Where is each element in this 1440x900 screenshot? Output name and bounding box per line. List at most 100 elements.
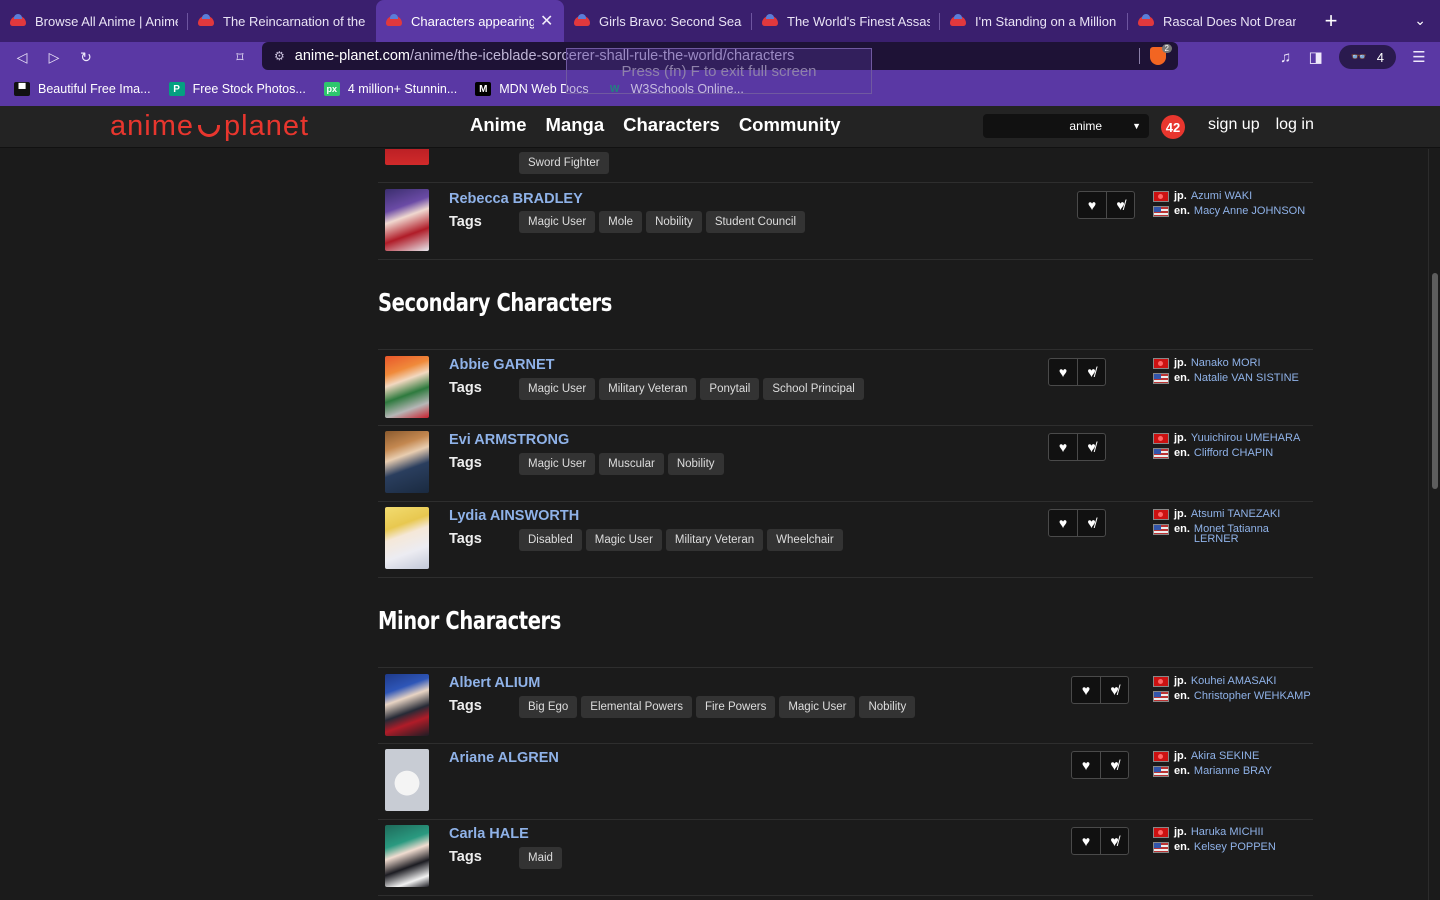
page-scrollbar[interactable] [1428,149,1440,900]
tag[interactable]: Wheelchair [767,529,843,551]
nav-community[interactable]: Community [739,114,841,136]
character-name[interactable]: Lydia AINSWORTH [449,508,579,524]
voice-actor-jp[interactable]: Nanako MORI [1191,358,1261,369]
hate-icon[interactable]: ♥̸ [1100,828,1128,854]
browser-tab[interactable]: Rascal Does Not Dream of [1128,0,1306,42]
character-avatar[interactable] [385,356,429,418]
notification-badge[interactable]: 42 [1161,115,1185,139]
tag[interactable]: School Principal [763,378,864,400]
voice-actor-jp[interactable]: Haruka MICHII [1191,827,1264,838]
character-avatar-placeholder[interactable] [385,749,429,811]
character-avatar[interactable] [385,149,429,165]
voice-actor-en[interactable]: Natalie VAN SISTINE [1194,373,1299,384]
hate-icon[interactable]: ♥̸ [1077,359,1105,385]
anime-planet-logo[interactable]: anime planet [110,110,309,143]
tag[interactable]: Magic User [585,529,662,551]
tab-list-chevron-icon[interactable]: ⌄ [1414,12,1426,29]
love-icon[interactable]: ♥ [1072,752,1100,778]
wallet-button[interactable]: 👓 4 [1338,45,1396,69]
voice-actor-en[interactable]: Macy Anne JOHNSON [1194,206,1305,217]
voice-actor-jp[interactable]: Azumi WAKI [1191,191,1252,202]
forward-icon[interactable]: ▷ [38,44,70,70]
bookmark-icon[interactable]: ⌑ [224,44,256,70]
sidebar-toggle-icon[interactable]: ◨ [1301,48,1331,66]
voice-actor-jp[interactable]: Akira SEKINE [1191,751,1259,762]
new-tab-icon[interactable]: + [1318,8,1344,34]
log-in-link[interactable]: log in [1276,116,1314,134]
close-tab-icon[interactable]: ✕ [540,11,554,31]
voice-actor-jp[interactable]: Yuuichirou UMEHARA [1191,433,1300,444]
character-name[interactable]: Rebecca BRADLEY [449,191,583,207]
scrollbar-thumb[interactable] [1432,273,1438,489]
character-avatar[interactable] [385,674,429,736]
love-icon[interactable]: ♥ [1049,510,1077,536]
search-type-select[interactable]: anime ▼ [983,114,1149,138]
character-name[interactable]: Albert ALIUM [449,675,540,691]
tag[interactable]: Nobility [859,696,916,718]
tag[interactable]: Muscular [599,453,664,475]
voice-actor-jp[interactable]: Atsumi TANEZAKI [1191,509,1280,520]
tag[interactable]: Magic User [519,211,596,233]
voice-actor-en[interactable]: Monet Tatianna LERNER [1194,524,1313,545]
voice-actor-jp[interactable]: Kouhei AMASAKI [1191,676,1277,687]
love-icon[interactable]: ♥ [1072,677,1100,703]
voice-actor-en[interactable]: Clifford CHAPIN [1194,448,1273,459]
browser-tab[interactable]: Girls Bravo: Second Season [564,0,752,42]
tag[interactable]: Nobility [646,211,702,233]
character-name[interactable]: Carla HALE [449,826,529,842]
hate-icon[interactable]: ♥̸ [1100,677,1128,703]
tag[interactable]: Magic User [519,378,596,400]
tag[interactable]: Mole [599,211,643,233]
media-icon[interactable]: ♫ [1271,49,1301,66]
hate-icon[interactable]: ♥̸ [1106,192,1134,218]
browser-tab-bar: Browse All Anime | Anime-Planet The Rein… [0,0,1440,42]
bookmark-unsplash[interactable]: ▀ Beautiful Free Ima... [14,82,151,96]
site-info-icon[interactable]: ⚙ [274,49,285,63]
tag[interactable]: Military Veteran [665,529,764,551]
menu-icon[interactable]: ☰ [1404,48,1434,66]
character-name[interactable]: Evi ARMSTRONG [449,432,569,448]
bookmark-pexels[interactable]: P Free Stock Photos... [168,82,306,96]
character-avatar[interactable] [385,431,429,493]
voice-actor-en[interactable]: Kelsey POPPEN [1194,842,1276,853]
tag[interactable]: Student Council [705,211,806,233]
love-icon[interactable]: ♥ [1049,434,1077,460]
tag[interactable]: Disabled [519,529,582,551]
voice-actor-en[interactable]: Marianne BRAY [1194,766,1272,777]
tag[interactable]: Big Ego [519,696,578,718]
hate-icon[interactable]: ♥̸ [1077,434,1105,460]
browser-tab[interactable]: The Reincarnation of the Strongest Exorc… [188,0,376,42]
tag[interactable]: Military Veteran [599,378,697,400]
character-avatar[interactable] [385,825,429,887]
bookmark-pixabay[interactable]: px 4 million+ Stunnin... [323,82,457,96]
tag[interactable]: Fire Powers [695,696,776,718]
sign-up-link[interactable]: sign up [1208,116,1260,134]
voice-actor-en[interactable]: Christopher WEHKAMP [1194,691,1311,702]
tag[interactable]: Maid [519,847,562,869]
tag[interactable]: Magic User [519,453,596,475]
tag[interactable]: Elemental Powers [581,696,692,718]
tag[interactable]: Sword Fighter [519,152,609,174]
browser-tab[interactable]: The World's Finest Assassin [752,0,940,42]
nav-anime[interactable]: Anime [470,114,527,136]
character-avatar[interactable] [385,189,429,251]
browser-tab[interactable]: Browse All Anime | Anime-Planet [0,0,188,42]
love-icon[interactable]: ♥ [1078,192,1106,218]
tag[interactable]: Nobility [667,453,724,475]
tag[interactable]: Magic User [779,696,856,718]
hate-icon[interactable]: ♥̸ [1100,752,1128,778]
brave-shield-icon[interactable]: 2 [1150,44,1172,65]
back-icon[interactable]: ◁ [6,44,38,70]
browser-tab-active[interactable]: Characters appearing in The Iceblade Sor… [376,0,564,42]
love-icon[interactable]: ♥ [1049,359,1077,385]
character-name[interactable]: Abbie GARNET [449,357,555,373]
tag[interactable]: Ponytail [700,378,760,400]
nav-characters[interactable]: Characters [623,114,720,136]
love-icon[interactable]: ♥ [1072,828,1100,854]
reload-icon[interactable]: ↻ [70,44,102,70]
hate-icon[interactable]: ♥̸ [1077,510,1105,536]
nav-manga[interactable]: Manga [546,114,605,136]
character-name[interactable]: Ariane ALGREN [449,750,559,766]
browser-tab[interactable]: I'm Standing on a Million Lives [940,0,1128,42]
character-avatar[interactable] [385,507,429,569]
